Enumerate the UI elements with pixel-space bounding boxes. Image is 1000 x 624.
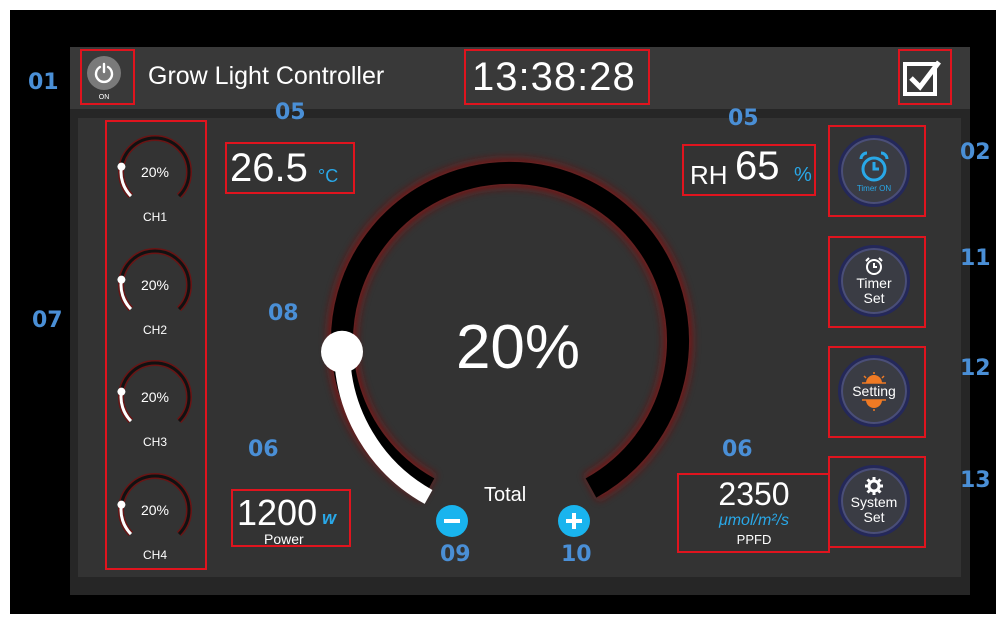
annotation-box-ppfd xyxy=(677,473,830,553)
callout-05-humidity: 05 xyxy=(728,106,759,131)
annotation-box-power-output xyxy=(231,489,351,547)
callout-07: 07 xyxy=(32,308,63,333)
annotation-box-channels xyxy=(105,120,207,570)
callout-02: 02 xyxy=(960,140,991,165)
annotation-box-timer-on xyxy=(828,125,926,217)
increase-button[interactable] xyxy=(558,505,590,537)
minus-icon xyxy=(444,519,460,523)
callout-08: 08 xyxy=(268,301,299,326)
annotation-box-system-set xyxy=(828,456,926,548)
total-label: Total xyxy=(484,484,527,506)
callout-12: 12 xyxy=(960,356,991,381)
callout-01: 01 xyxy=(28,70,59,95)
callout-09: 09 xyxy=(440,542,471,567)
annotation-box-timer-set xyxy=(828,236,926,328)
plus-icon xyxy=(566,513,582,529)
callout-10: 10 xyxy=(561,542,592,567)
callout-11: 11 xyxy=(960,246,991,271)
app-title: Grow Light Controller xyxy=(148,62,385,90)
annotation-box-humidity xyxy=(682,144,816,196)
callout-06-power: 06 xyxy=(248,437,279,462)
annotation-box-check xyxy=(898,49,952,105)
annotation-box-clock xyxy=(464,49,650,105)
callout-06-ppfd: 06 xyxy=(722,437,753,462)
annotation-box-setting xyxy=(828,346,926,438)
total-brightness-value: 20% xyxy=(455,313,581,382)
decrease-button[interactable] xyxy=(436,505,468,537)
annotation-box-power xyxy=(80,49,135,105)
callout-05-temperature: 05 xyxy=(275,100,306,125)
annotation-box-temperature xyxy=(225,142,355,194)
callout-13: 13 xyxy=(960,468,991,493)
total-dial-knob[interactable] xyxy=(321,330,364,373)
